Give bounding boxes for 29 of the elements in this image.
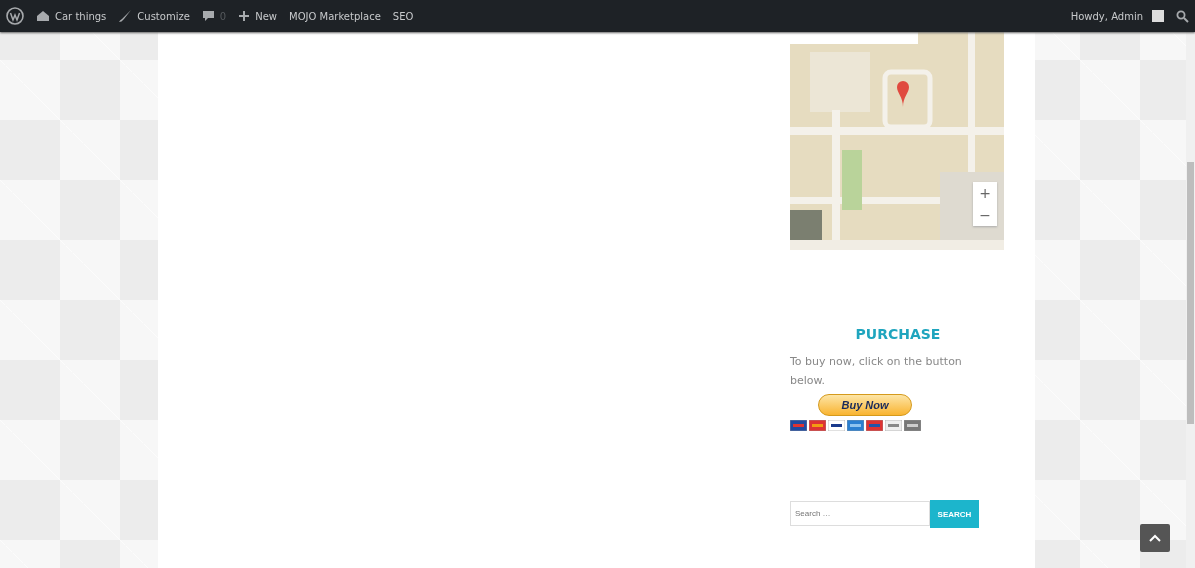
search-icon[interactable] — [1176, 9, 1189, 23]
wordpress-logo-icon — [6, 7, 24, 25]
admin-bar-link[interactable]: SEO — [392, 10, 414, 22]
house-icon — [36, 10, 50, 22]
card-logo-icon — [809, 420, 826, 431]
zoom-in-button[interactable]: + — [973, 182, 997, 204]
scroll-to-top-button[interactable] — [1140, 524, 1170, 552]
scrollbar-thumb[interactable] — [1187, 162, 1194, 424]
admin-bar-link[interactable]: Customize — [118, 9, 190, 23]
admin-bar-link[interactable]: Car things — [36, 10, 107, 22]
card-logo-icon — [904, 420, 921, 431]
search-field[interactable]: Search … — [790, 501, 930, 526]
card-logo-icon — [828, 420, 845, 431]
speech-bubble-icon — [201, 9, 215, 23]
zoom-out-button[interactable]: − — [973, 204, 997, 226]
widget-title: PURCHASE — [854, 326, 942, 342]
card-logo-icon — [885, 420, 902, 431]
admin-bar-link[interactable]: New — [238, 10, 278, 22]
admin-bar-link[interactable]: MOJO Marketplace — [289, 10, 381, 22]
card-logo-icon — [866, 420, 883, 431]
plus-icon — [238, 10, 251, 22]
buy-now-button[interactable]: Buy Now — [818, 394, 912, 416]
card-logo-icon — [847, 420, 864, 431]
avatar-icon — [1152, 10, 1164, 22]
widget-text: To buy now, click on the button below. — [790, 354, 963, 389]
wordpress-logo-button[interactable] — [6, 7, 24, 25]
caret-icon — [1149, 534, 1161, 542]
account-menu[interactable]: Howdy, Admin — [1070, 10, 1164, 22]
card-logo-icon — [790, 420, 807, 431]
